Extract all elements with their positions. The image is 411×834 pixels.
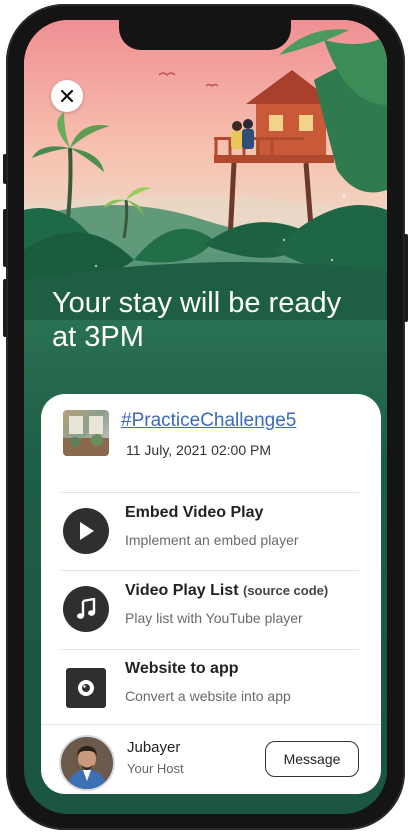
screen: Your stay will be ready at 3PM #Practice…: [24, 20, 387, 814]
list-item-desc: Play list with YouTube player: [125, 610, 303, 626]
list-item-title: Video Play List (source code): [125, 582, 329, 599]
hero-illustration: [24, 20, 387, 320]
close-button[interactable]: [51, 80, 83, 112]
notch: [119, 20, 291, 50]
music-note-icon: [63, 586, 109, 632]
host-avatar[interactable]: [59, 735, 115, 791]
details-card: #PracticeChallenge5 11 July, 2021 02:00 …: [41, 394, 381, 794]
host-bar: Jubayer Your Host Message: [41, 724, 381, 794]
host-name: Jubayer: [127, 739, 181, 756]
divider: [61, 649, 359, 650]
host-role: Your Host: [127, 761, 184, 776]
divider: [61, 492, 359, 493]
list-item-title: Website to app: [125, 660, 239, 677]
play-icon: [63, 508, 109, 554]
volume-up-button: [3, 209, 7, 267]
phone-frame: Your stay will be ready at 3PM #Practice…: [3, 4, 408, 830]
post-tag-link[interactable]: #PracticeChallenge5: [121, 410, 296, 432]
mute-switch: [3, 154, 7, 184]
list-item-title: Embed Video Play: [125, 504, 264, 521]
divider: [61, 570, 359, 571]
list-item-desc: Convert a website into app: [125, 688, 291, 704]
list-item-video-playlist[interactable]: Video Play List (source code) Play list …: [63, 578, 361, 638]
list-item-embed-video[interactable]: Embed Video Play Implement an embed play…: [63, 500, 361, 560]
volume-down-button: [3, 279, 7, 337]
list-item-desc: Implement an embed player: [125, 532, 299, 548]
message-button[interactable]: Message: [265, 741, 359, 777]
post-header: #PracticeChallenge5 11 July, 2021 02:00 …: [63, 410, 361, 462]
camera-app-icon: [66, 668, 106, 708]
post-date: 11 July, 2021 02:00 PM: [126, 442, 272, 458]
close-icon: [61, 90, 73, 102]
list-item-website-to-app[interactable]: Website to app Convert a website into ap…: [63, 656, 361, 716]
power-button: [404, 234, 408, 322]
post-thumbnail: [63, 410, 109, 456]
page-headline: Your stay will be ready at 3PM: [52, 287, 342, 353]
